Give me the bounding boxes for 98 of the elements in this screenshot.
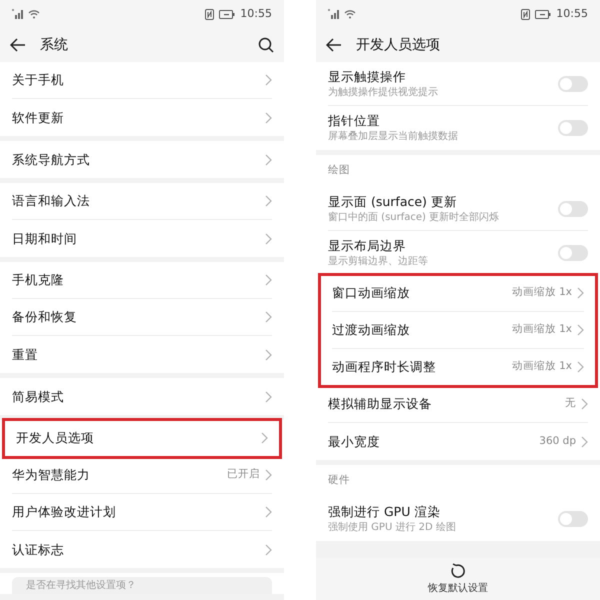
row-value: 无	[565, 396, 576, 412]
row-label: 软件更新	[12, 108, 64, 126]
row-label: 指针位置	[328, 112, 381, 130]
status-time: 10:55	[556, 6, 588, 22]
toggle-switch[interactable]	[558, 76, 588, 92]
row-value: 动画缩放 1x	[512, 322, 572, 338]
chevron-icon	[265, 232, 272, 244]
chevron-icon	[581, 436, 588, 448]
chevron-icon	[265, 74, 272, 86]
settings-row[interactable]: 认证标志	[12, 531, 272, 568]
row-value: 已开启	[227, 467, 260, 482]
toggle-switch[interactable]	[558, 200, 588, 216]
row-label: 手机克隆	[12, 271, 64, 289]
refresh-icon	[450, 562, 466, 578]
search-icon[interactable]	[258, 37, 274, 53]
chevron-icon	[265, 348, 272, 360]
battery-icon	[535, 10, 552, 18]
status-time: 10:55	[240, 6, 272, 22]
row-subtitle: 屏幕叠加层显示当前触摸数据	[328, 130, 458, 144]
section-header: 绘图	[328, 163, 350, 178]
toggle-switch[interactable]	[558, 120, 588, 136]
chevron-icon	[265, 506, 272, 518]
page-title: 开发人员选项	[356, 36, 441, 54]
row-label: 华为智慧能力	[12, 466, 90, 484]
row-subtitle: 强制使用 GPU 进行 2D 绘图	[328, 521, 456, 535]
settings-row[interactable]: 模拟辅助显示设备 无	[328, 386, 588, 423]
chevron-icon	[265, 195, 272, 207]
row-subtitle: 窗口中的面 (surface) 更新时全部闪烁	[328, 210, 500, 224]
signal-icon	[328, 9, 340, 19]
row-label: 强制进行 GPU 渲染	[328, 503, 442, 521]
row-label: 备份和恢复	[12, 308, 77, 326]
row-subtitle: 显示剪辑边界、边距等	[328, 254, 428, 268]
settings-row[interactable]: 重置	[12, 336, 272, 373]
section-header: 硬件	[328, 473, 350, 488]
row-label: 过渡动画缩放	[332, 321, 410, 339]
battery-icon	[219, 10, 236, 18]
toggle-switch[interactable]	[558, 244, 588, 260]
page-title: 系统	[40, 36, 69, 54]
nfc-icon	[205, 8, 214, 20]
chevron-icon	[265, 469, 272, 481]
wifi-icon	[344, 9, 356, 19]
settings-row[interactable]: 开发人员选项	[16, 420, 268, 457]
row-label: 语言和输入法	[12, 192, 90, 210]
chevron-icon	[581, 398, 588, 410]
signal-icon	[12, 9, 24, 19]
settings-row[interactable]: 华为智慧能力 已开启	[12, 457, 272, 494]
chevron-icon	[265, 544, 272, 556]
chevron-icon	[577, 324, 584, 336]
back-arrow-icon[interactable]	[326, 38, 342, 52]
settings-row[interactable]: 日期和时间	[12, 220, 272, 257]
chevron-icon	[265, 311, 272, 323]
row-label: 显示触摸操作	[328, 68, 407, 86]
settings-row[interactable]: 语言和输入法	[12, 183, 272, 220]
settings-row[interactable]: 强制进行 GPU 渲染 强制使用 GPU 进行 2D 绘图	[328, 497, 588, 541]
row-subtitle: 为触摸操作提供视觉提示	[328, 86, 438, 100]
settings-row[interactable]: 手机克隆	[12, 262, 272, 299]
row-label: 动画程序时长调整	[332, 358, 436, 376]
settings-row[interactable]: 用户体验改进计划	[12, 494, 272, 531]
row-label: 开发人员选项	[16, 429, 94, 447]
settings-row[interactable]: 动画程序时长调整 动画缩放 1x	[332, 349, 584, 386]
settings-row[interactable]: 指针位置 屏幕叠加层显示当前触摸数据	[328, 106, 588, 150]
settings-row[interactable]: 备份和恢复	[12, 299, 272, 336]
chevron-icon	[265, 154, 272, 166]
settings-row[interactable]: 显示触摸操作 为触摸操作提供视觉提示	[328, 62, 588, 106]
chevron-icon	[261, 432, 268, 444]
back-arrow-icon[interactable]	[10, 38, 26, 52]
hint-text: 是否在寻找其他设置项？	[26, 580, 136, 592]
row-label: 重置	[12, 346, 38, 364]
row-label: 日期和时间	[12, 230, 77, 248]
settings-row[interactable]: 窗口动画缩放 动画缩放 1x	[332, 275, 584, 312]
row-value: 动画缩放 1x	[512, 359, 572, 374]
chevron-icon	[265, 112, 272, 124]
settings-row[interactable]: 显示面 (surface) 更新 窗口中的面 (surface) 更新时全部闪烁	[328, 187, 588, 231]
row-label: 系统导航方式	[12, 150, 90, 168]
settings-row[interactable]: 过渡动画缩放 动画缩放 1x	[332, 312, 584, 349]
settings-row[interactable]: 最小宽度 360 dp	[328, 423, 588, 460]
row-label: 显示面 (surface) 更新	[328, 192, 458, 210]
row-label: 窗口动画缩放	[332, 284, 410, 302]
wifi-icon	[28, 9, 40, 19]
row-label: 简易模式	[12, 388, 64, 406]
row-label: 模拟辅助显示设备	[328, 395, 432, 413]
toggle-switch[interactable]	[558, 511, 588, 527]
chevron-icon	[265, 390, 272, 402]
row-label: 认证标志	[12, 540, 64, 558]
settings-row[interactable]: 软件更新	[12, 99, 272, 136]
chevron-icon	[577, 361, 584, 373]
settings-row[interactable]: 显示布局边界 显示剪辑边界、边距等	[328, 231, 588, 275]
restore-defaults-button[interactable]: 恢复默认设置	[428, 562, 488, 596]
row-value: 动画缩放 1x	[512, 285, 572, 300]
settings-row[interactable]: 关于手机	[12, 62, 272, 99]
row-label: 最小宽度	[328, 432, 380, 450]
row-value: 360 dp	[539, 434, 576, 449]
row-label: 关于手机	[12, 71, 64, 89]
row-label: 显示布局边界	[328, 236, 407, 254]
nfc-icon	[521, 8, 530, 20]
chevron-icon	[265, 274, 272, 286]
row-label: 用户体验改进计划	[12, 503, 116, 521]
chevron-icon	[577, 287, 584, 299]
